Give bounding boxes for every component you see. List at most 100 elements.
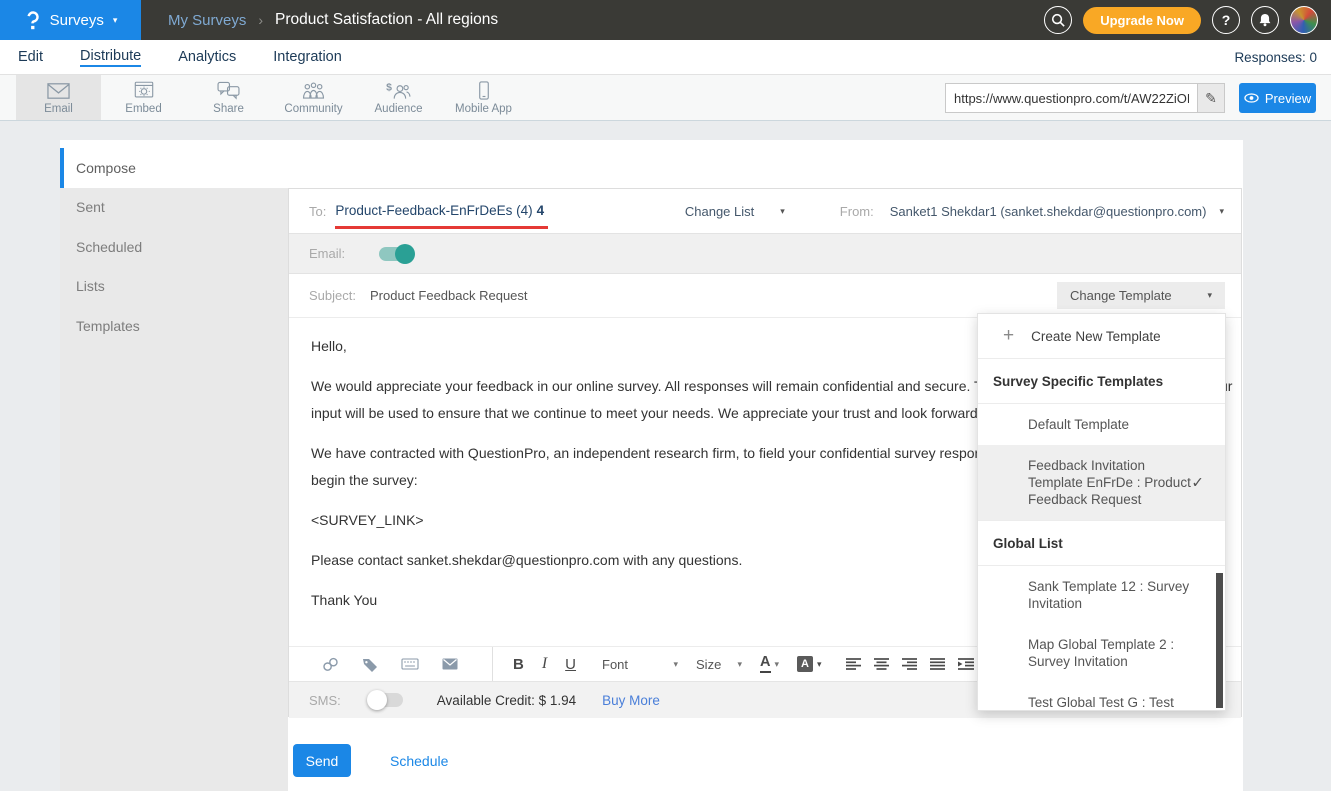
align-justify-button[interactable]	[930, 658, 945, 670]
to-recipient-count: 4	[537, 203, 545, 218]
background-color-button[interactable]: A ▾	[797, 656, 822, 672]
sms-toggle[interactable]	[369, 693, 403, 707]
help-button[interactable]: ?	[1212, 6, 1240, 34]
survey-specific-templates-header: Survey Specific Templates	[978, 359, 1225, 404]
nav-tab-integration[interactable]: Integration	[273, 49, 342, 66]
text-color-button[interactable]: A ▾	[760, 655, 779, 673]
from-field: From: Sanket1 Shekdar1 (sanket.shekdar@q…	[840, 204, 1224, 219]
search-icon	[1050, 12, 1067, 29]
bold-button[interactable]: B	[513, 656, 524, 673]
nav-tab-edit[interactable]: Edit	[18, 49, 43, 66]
community-people-icon	[301, 80, 326, 100]
channel-tab-embed[interactable]: Embed	[101, 75, 186, 120]
align-center-button[interactable]	[874, 658, 889, 670]
page: Surveys ▾ My Surveys › Product Satisfact…	[0, 0, 1331, 791]
align-left-button[interactable]	[846, 658, 861, 670]
questionpro-logo-icon	[24, 8, 41, 32]
send-button[interactable]: Send	[293, 744, 351, 777]
indent-button[interactable]	[958, 658, 974, 670]
user-avatar[interactable]	[1290, 6, 1318, 34]
subject-label: Subject:	[309, 288, 356, 303]
page-title: Product Satisfaction - All regions	[275, 11, 498, 29]
template-option-map-global-template-2[interactable]: Map Global Template 2 : Survey Invitatio…	[978, 624, 1225, 682]
nav-tab-distribute[interactable]: Distribute	[80, 48, 141, 67]
sidebar-item-lists[interactable]: Lists	[60, 267, 288, 307]
share-bubbles-icon	[217, 80, 240, 100]
editor-insert-group	[289, 647, 493, 681]
email-envelope-icon	[47, 80, 70, 100]
search-button[interactable]	[1044, 6, 1072, 34]
chevron-down-icon: ▾	[673, 660, 678, 669]
notifications-button[interactable]	[1251, 6, 1279, 34]
survey-url-field: ✎	[945, 83, 1225, 113]
subject-input[interactable]: Product Feedback Request	[370, 288, 528, 303]
sidebar-item-sent[interactable]: Sent	[60, 188, 288, 228]
chevron-down-icon: ▾	[737, 660, 742, 669]
audience-dollar-people-icon: $	[386, 80, 411, 100]
change-list-button[interactable]: Change List ▾	[685, 204, 785, 219]
tag-icon	[362, 657, 378, 672]
toggle-knob	[395, 244, 415, 264]
sidebar-item-compose[interactable]: Compose	[60, 148, 288, 188]
chevron-down-icon[interactable]: ▾	[1219, 207, 1224, 216]
email-toggle[interactable]	[379, 247, 413, 261]
preview-button[interactable]: Preview	[1239, 83, 1316, 113]
channel-tab-community[interactable]: Community	[271, 75, 356, 120]
mobile-phone-icon	[478, 80, 490, 100]
insert-email-template-button[interactable]	[442, 658, 458, 670]
template-option-sank-template-12[interactable]: Sank Template 12 : Survey Invitation	[978, 566, 1225, 624]
from-sender-value[interactable]: Sanket1 Shekdar1 (sanket.shekdar@questio…	[890, 204, 1207, 219]
envelope-icon	[442, 658, 458, 670]
chevron-down-icon: ▾	[113, 16, 118, 25]
email-sidebar: Compose Sent Scheduled Lists Templates	[60, 140, 288, 791]
to-list-value[interactable]: Product-Feedback-EnFrDeEs (4)4	[335, 202, 544, 220]
italic-button[interactable]: I	[542, 655, 547, 673]
edit-url-button[interactable]: ✎	[1197, 83, 1225, 113]
embed-browser-icon	[133, 80, 155, 100]
breadcrumb-separator-icon: ›	[258, 12, 263, 28]
bell-icon	[1257, 12, 1273, 28]
breadcrumb-my-surveys[interactable]: My Surveys	[168, 12, 246, 29]
survey-url-input[interactable]	[945, 83, 1197, 113]
create-new-template-item[interactable]: + Create New Template	[978, 314, 1225, 359]
insert-link-button[interactable]	[322, 657, 339, 672]
channel-tab-email[interactable]: Email	[16, 75, 101, 120]
underline-button[interactable]: U	[565, 656, 576, 673]
pencil-icon: ✎	[1205, 90, 1217, 107]
toggle-knob	[367, 690, 387, 710]
font-size-dropdown[interactable]: Size ▾	[696, 657, 742, 672]
template-option-feedback-invitation[interactable]: Feedback Invitation Template EnFrDe : Pr…	[978, 445, 1225, 520]
nav-tab-analytics[interactable]: Analytics	[178, 49, 236, 66]
channel-tab-audience[interactable]: $ Audience	[356, 75, 441, 120]
chevron-down-icon: ▾	[780, 207, 785, 216]
to-underline	[335, 226, 548, 229]
channel-bar: Email Embed Share Community	[0, 75, 1331, 121]
chevron-down-icon: ▾	[775, 660, 780, 669]
insert-merge-field-button[interactable]	[401, 658, 419, 670]
buy-more-link[interactable]: Buy More	[602, 693, 660, 708]
font-family-dropdown[interactable]: Font ▾	[602, 657, 678, 672]
dropdown-scrollbar[interactable]	[1216, 573, 1223, 708]
survey-nav: Edit Distribute Analytics Integration Re…	[0, 40, 1331, 75]
channel-tab-mobile-app[interactable]: Mobile App	[441, 75, 526, 120]
plus-icon: +	[1003, 325, 1014, 347]
upgrade-now-button[interactable]: Upgrade Now	[1083, 7, 1201, 34]
schedule-link[interactable]: Schedule	[390, 753, 448, 769]
change-template-dropdown: + Create New Template Survey Specific Te…	[977, 313, 1226, 711]
sidebar-item-templates[interactable]: Templates	[60, 306, 288, 346]
keyboard-icon	[401, 658, 419, 670]
email-toggle-row: Email:	[289, 233, 1241, 274]
align-right-button[interactable]	[902, 658, 917, 670]
change-template-button[interactable]: Change Template ▾	[1057, 282, 1225, 309]
app-menu-surveys[interactable]: Surveys ▾	[0, 0, 141, 40]
top-header: Surveys ▾ My Surveys › Product Satisfact…	[0, 0, 1331, 40]
email-toggle-label: Email:	[309, 246, 345, 261]
insert-tag-button[interactable]	[362, 657, 378, 672]
template-option-test-global-test-g[interactable]: Test Global Test G : Test RAA G	[978, 682, 1225, 711]
channel-tab-share[interactable]: Share	[186, 75, 271, 120]
template-option-default[interactable]: Default Template	[978, 404, 1225, 445]
svg-text:$: $	[386, 83, 392, 94]
sidebar-item-scheduled[interactable]: Scheduled	[60, 227, 288, 267]
responses-counter: Responses: 0	[1234, 50, 1317, 65]
chevron-down-icon: ▾	[1207, 291, 1212, 300]
